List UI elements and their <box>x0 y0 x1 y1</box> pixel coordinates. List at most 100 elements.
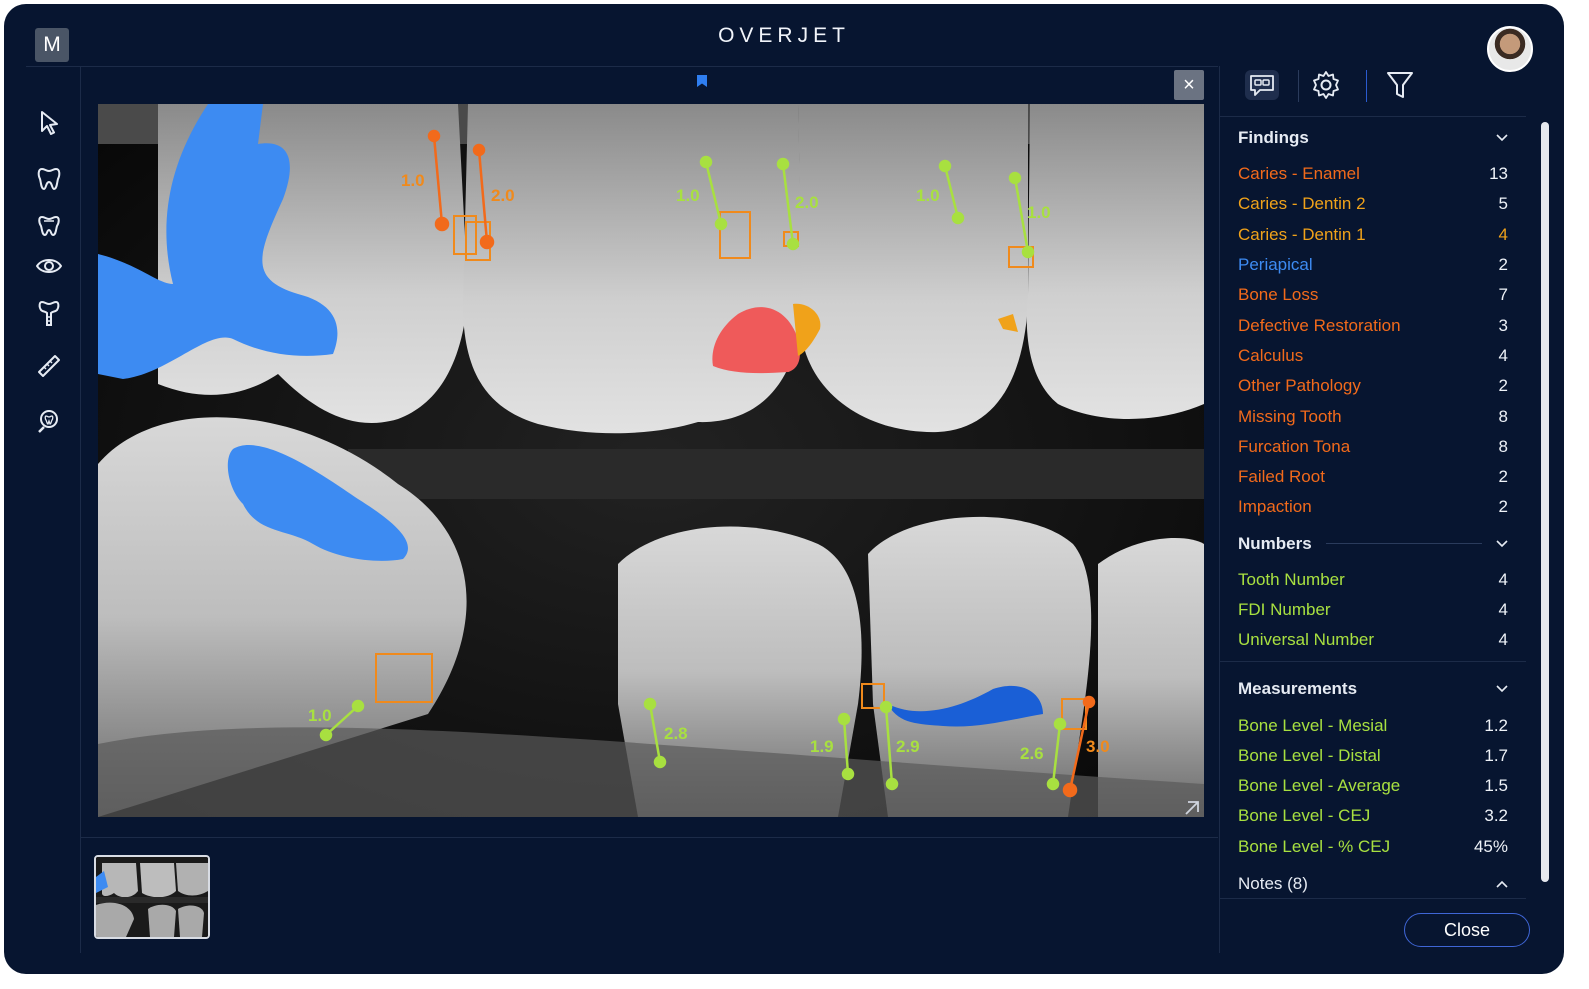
measurements-row[interactable]: Bone Level - Average 1.5 <box>1238 771 1508 801</box>
row-value: 7 <box>1498 285 1508 305</box>
numbers-row[interactable]: FDI Number 4 <box>1238 595 1508 625</box>
findings-row[interactable]: Impaction 2 <box>1238 492 1508 522</box>
row-label: Bone Level - % CEJ <box>1238 836 1391 856</box>
panel-scrollbar[interactable] <box>1541 122 1549 882</box>
row-label: Caries - Dentin 1 <box>1238 224 1366 244</box>
row-value: 2 <box>1498 497 1508 517</box>
filter-icon <box>1387 72 1413 98</box>
row-value: 4 <box>1498 345 1508 365</box>
pointer-tool[interactable] <box>34 108 64 138</box>
numbers-row[interactable]: Universal Number 4 <box>1238 625 1508 655</box>
measurements-header[interactable]: Measurements <box>1238 668 1508 710</box>
chevron-down-icon <box>1496 685 1508 693</box>
row-value: 2 <box>1498 467 1508 487</box>
findings-section: Findings Caries - Enamel 13 Caries - Denti… <box>1220 117 1526 523</box>
section-divider <box>1220 661 1526 663</box>
findings-list: Caries - Enamel 13 Caries - Dentin 2 5 Carie… <box>1238 159 1508 523</box>
findings-row[interactable]: Caries - Dentin 1 4 <box>1238 220 1508 250</box>
findings-header[interactable]: Findings <box>1238 117 1508 159</box>
toolbar-divider <box>1298 70 1299 102</box>
settings-button[interactable] <box>1308 68 1344 102</box>
measure-label: 1.0 <box>1027 203 1051 222</box>
close-viewer-button[interactable]: × <box>1174 70 1204 100</box>
findings-row[interactable]: Bone Loss 7 <box>1238 280 1508 310</box>
user-avatar[interactable] <box>1487 26 1533 72</box>
eye-icon <box>36 259 62 273</box>
measurements-row[interactable]: Bone Level - % CEJ 45% <box>1238 832 1508 862</box>
toolbar-divider <box>1366 70 1367 102</box>
row-label: Bone Level - Mesial <box>1238 715 1388 735</box>
notes-section: Notes (8) <box>1220 866 1526 897</box>
chevron-down-icon <box>1496 134 1508 142</box>
measurements-row[interactable]: Bone Level - Mesial 1.2 <box>1238 710 1508 740</box>
scrollbar-thumb[interactable] <box>1541 122 1549 882</box>
row-label: Bone Loss <box>1238 285 1319 305</box>
implant-tool[interactable] <box>34 298 64 328</box>
row-value: 4 <box>1498 569 1508 589</box>
settings-icon <box>1313 71 1339 99</box>
filter-button[interactable] <box>1382 68 1418 102</box>
findings-row[interactable]: Periapical 2 <box>1238 250 1508 280</box>
section-title: Findings <box>1238 128 1309 147</box>
close-button[interactable]: Close <box>1404 913 1530 947</box>
comments-button[interactable] <box>1244 68 1280 102</box>
visibility-tool[interactable] <box>34 251 64 281</box>
row-label: Calculus <box>1238 345 1304 365</box>
tooth-tool[interactable] <box>34 164 64 194</box>
row-label: Furcation Tona <box>1238 436 1351 456</box>
chevron-up-icon <box>1496 880 1508 888</box>
measurements-row[interactable]: Bone Level - Distal 1.7 <box>1238 741 1508 771</box>
row-value: 5 <box>1498 194 1508 214</box>
numbers-list: Tooth Number 4 FDI Number 4 Universal Number… <box>1238 565 1508 656</box>
measure-label: 3.0 <box>1086 737 1110 756</box>
findings-row[interactable]: Missing Tooth 8 <box>1238 401 1508 431</box>
row-label: Bone Level - CEJ <box>1238 806 1371 826</box>
tooth-outline-tool[interactable] <box>34 211 64 241</box>
row-label: Defective Restoration <box>1238 315 1401 335</box>
numbers-row[interactable]: Tooth Number 4 <box>1238 565 1508 595</box>
row-label: Universal Number <box>1238 630 1375 650</box>
row-value: 4 <box>1498 630 1508 650</box>
panel-footer-divider <box>1220 898 1526 899</box>
xray-image[interactable]: 1.0 2.0 1.0 2.0 1.0 1.0 1.0 2.8 1.9 2.9 … <box>98 104 1204 817</box>
row-label: Other Pathology <box>1238 376 1361 396</box>
row-value: 2 <box>1498 376 1508 396</box>
row-label: Periapical <box>1238 255 1313 275</box>
numbers-header[interactable]: Numbers <box>1238 523 1508 565</box>
row-value: 1.5 <box>1484 776 1508 796</box>
row-value: 8 <box>1498 406 1508 426</box>
row-value: 1.2 <box>1484 715 1508 735</box>
pointer-icon <box>41 111 58 135</box>
row-value: 8 <box>1498 436 1508 456</box>
measurements-row[interactable]: Bone Level - CEJ 3.2 <box>1238 801 1508 831</box>
row-label: Caries - Dentin 2 <box>1238 194 1366 214</box>
findings-row[interactable]: Caries - Enamel 13 <box>1238 159 1508 189</box>
findings-row[interactable]: Furcation Tona 8 <box>1238 432 1508 462</box>
row-value: 1.7 <box>1484 745 1508 765</box>
tooth-upper-3 <box>798 104 1028 433</box>
row-value: 13 <box>1489 164 1508 184</box>
findings-row[interactable]: Caries - Dentin 2 5 <box>1238 189 1508 219</box>
image-thumbnail[interactable] <box>94 855 210 939</box>
findings-row[interactable]: Defective Restoration 3 <box>1238 310 1508 340</box>
findings-row[interactable]: Other Pathology 2 <box>1238 371 1508 401</box>
bookmark-icon[interactable] <box>696 74 708 88</box>
app-window: M OVERJET × 1.0 2.0 1.0 2.0 1.0 1.0 1.0 … <box>4 4 1564 974</box>
notes-header[interactable]: Notes (8) <box>1238 866 1508 897</box>
row-value: 4 <box>1498 600 1508 619</box>
section-title: Numbers <box>1238 533 1312 553</box>
section-title: Measurements <box>1238 679 1358 699</box>
findings-row[interactable]: Failed Root 2 <box>1238 462 1508 492</box>
tooth-upper-2 <box>463 104 803 434</box>
row-label: Failed Root <box>1238 467 1325 487</box>
measure-label: 2.0 <box>491 186 515 205</box>
tooth-search-tool[interactable] <box>34 406 64 436</box>
row-value: 3 <box>1498 315 1508 335</box>
ruler-tool[interactable] <box>34 351 64 381</box>
row-label: Missing Tooth <box>1238 406 1342 426</box>
findings-row[interactable]: Calculus 4 <box>1238 341 1508 371</box>
measure-label: 2.6 <box>1020 744 1044 763</box>
findings-panel: Findings Caries - Enamel 13 Caries - Denti… <box>1220 116 1526 897</box>
row-value: 4 <box>1498 224 1508 244</box>
measure-label: 1.0 <box>676 186 700 205</box>
